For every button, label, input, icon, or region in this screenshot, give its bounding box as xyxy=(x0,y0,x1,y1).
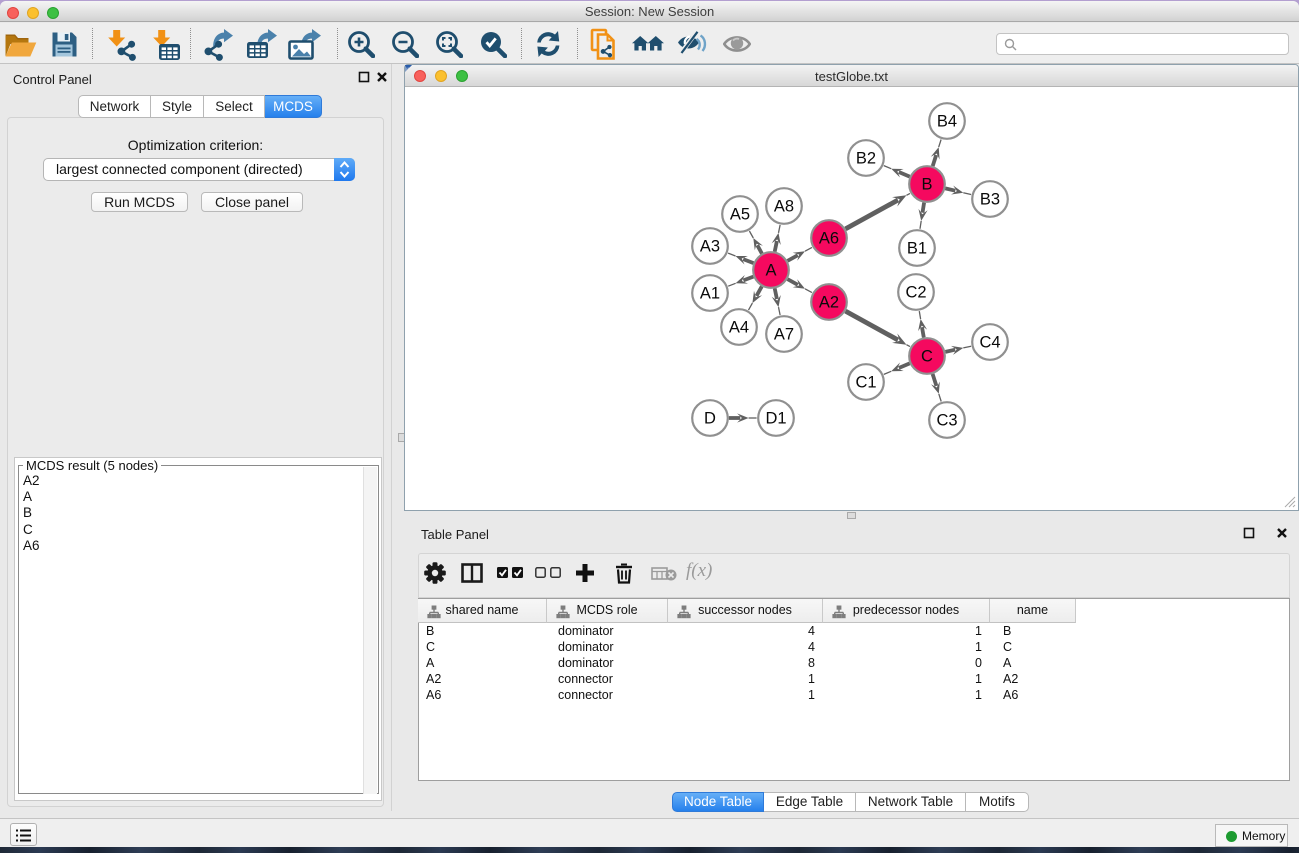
svg-text:C4: C4 xyxy=(979,334,1000,352)
svg-text:A8: A8 xyxy=(774,198,794,216)
svg-text:A4: A4 xyxy=(729,319,749,337)
svg-text:D1: D1 xyxy=(765,410,786,428)
svg-text:A7: A7 xyxy=(774,326,794,344)
svg-text:C: C xyxy=(921,348,933,366)
svg-text:C2: C2 xyxy=(905,284,926,302)
svg-text:B2: B2 xyxy=(856,150,876,168)
svg-text:A1: A1 xyxy=(700,285,720,303)
svg-text:A2: A2 xyxy=(819,294,839,312)
svg-text:B1: B1 xyxy=(907,240,927,258)
svg-text:A5: A5 xyxy=(730,206,750,224)
svg-text:A6: A6 xyxy=(819,230,839,248)
svg-text:B4: B4 xyxy=(937,113,957,131)
svg-text:C1: C1 xyxy=(855,374,876,392)
svg-text:D: D xyxy=(704,410,716,428)
svg-text:A3: A3 xyxy=(700,238,720,256)
svg-text:A: A xyxy=(765,262,776,280)
svg-text:B3: B3 xyxy=(980,191,1000,209)
svg-text:B: B xyxy=(921,176,932,194)
svg-text:C3: C3 xyxy=(936,412,957,430)
